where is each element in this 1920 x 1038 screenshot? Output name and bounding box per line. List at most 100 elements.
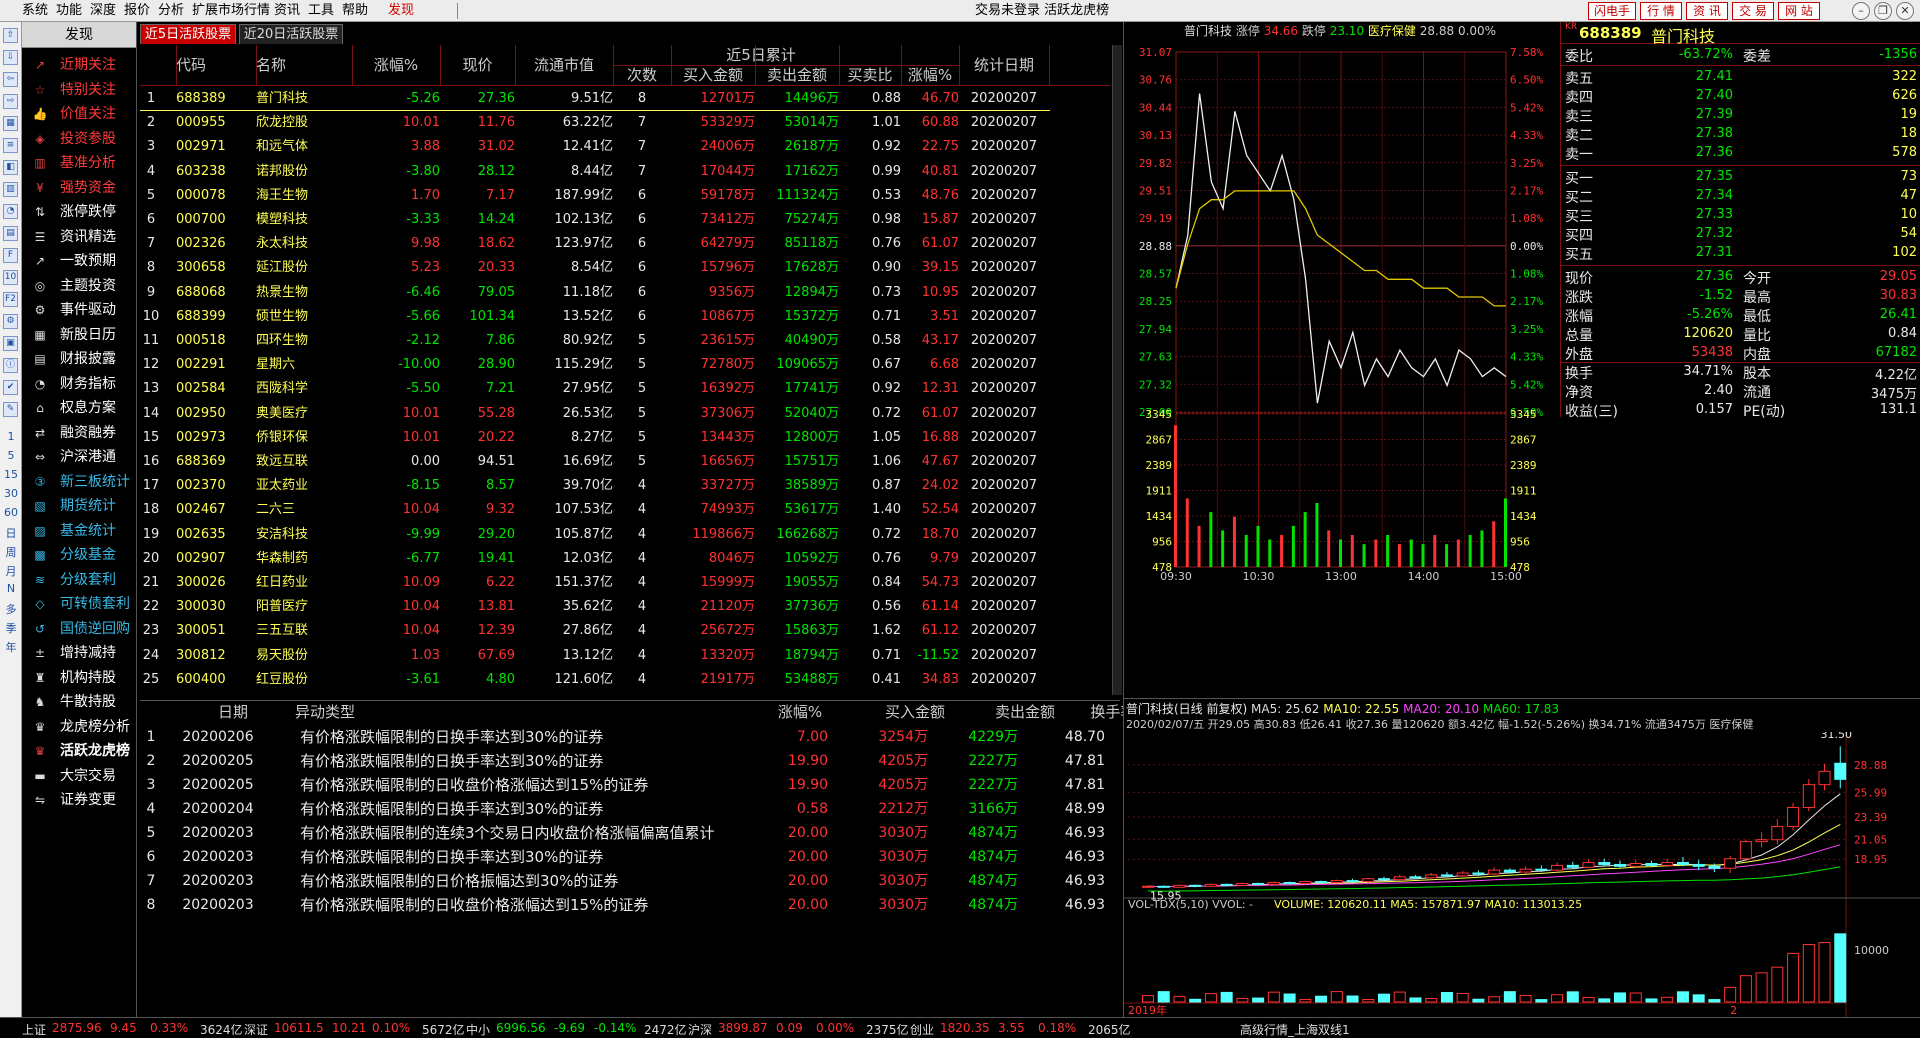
ob-level[interactable]: 买三 27.33 10 — [1561, 206, 1920, 225]
check-icon[interactable]: ✔ — [3, 380, 18, 395]
event-row[interactable]: 5 20200203 有价格涨跌幅限制的连续3个交易日内收盘价格涨幅偏离值累计 20.… — [140, 821, 1120, 845]
server-status[interactable]: 高级行情_上海双线1 — [1240, 1021, 1350, 1038]
table-row[interactable]: 7 002326 永太科技 9.98 18.62 123.97亿 6 64279万 85118万… — [140, 232, 1110, 256]
period-11[interactable]: 年 — [2, 639, 20, 655]
col-header-2[interactable]: 涨幅% — [352, 55, 440, 75]
table-row[interactable]: 15 002973 侨银环保 10.01 20.22 8.27亿 5 13443万 12800万… — [140, 426, 1110, 450]
event-header-1[interactable]: 异动类型 — [295, 702, 495, 722]
index-name[interactable]: 上证 — [22, 1021, 46, 1038]
period-0[interactable]: 1 — [2, 430, 20, 443]
table-row[interactable]: 16 688369 致远互联 0.00 94.51 16.69亿 5 16656万 15751万… — [140, 450, 1110, 474]
table-row[interactable]: 5 000078 海王生物 1.70 7.17 187.99亿 6 59178万 111324万… — [140, 184, 1110, 208]
table-row[interactable]: 2 000955 欣龙控股 10.01 11.76 63.22亿 7 53329万 53014万… — [140, 111, 1110, 135]
info-icon[interactable]: ⓘ — [3, 358, 18, 373]
table-row[interactable]: 10 688399 硕世生物 -5.66 101.34 13.52亿 6 10867万 1537… — [140, 305, 1110, 329]
col-header-9[interactable]: 涨幅% — [901, 65, 959, 85]
event-header-0[interactable]: 日期 — [188, 702, 278, 722]
minimize-icon[interactable]: – — [1852, 2, 1870, 20]
table-row[interactable]: 19 002635 安洁科技 -9.99 29.20 105.87亿 4 119866万 166… — [140, 523, 1110, 547]
event-row[interactable]: 3 20200205 有价格涨跌幅限制的日收盘价格涨幅达到15%的证券 19.90 42… — [140, 773, 1120, 797]
news-button[interactable]: 资 讯 — [1686, 2, 1728, 20]
index-name[interactable]: 沪深 — [688, 1021, 712, 1038]
menu-extended-market[interactable]: 扩展市场行情 — [188, 0, 274, 22]
ob-level[interactable]: 卖三 27.39 19 — [1561, 106, 1920, 125]
intraday-chart[interactable]: 31.07 30.76 30.44 30.13 29.82 29.51 29.19 28.88… — [1124, 32, 1559, 712]
menu-analysis[interactable]: 分析 — [154, 0, 188, 22]
col-header-6[interactable]: 买入金额 — [671, 65, 755, 85]
table-row[interactable]: 25 600400 红豆股份 -3.61 4.80 121.60亿 4 21917万 53488… — [140, 668, 1110, 692]
table-row[interactable]: 13 002584 西陇科学 -5.50 7.21 27.95亿 5 16392万 17741万… — [140, 377, 1110, 401]
left-icon[interactable]: ⇦ — [3, 72, 18, 87]
menu-quote[interactable]: 报价 — [120, 0, 154, 22]
period-4[interactable]: 60 — [2, 506, 20, 519]
index-name[interactable]: 中小 — [466, 1021, 490, 1038]
event-row[interactable]: 2 20200205 有价格涨跌幅限制的日换手率达到30%的证券 19.90 4205万… — [140, 749, 1120, 773]
col-header-3[interactable]: 现价 — [440, 55, 515, 75]
col-header-1[interactable]: 名称 — [256, 55, 346, 75]
list-icon[interactable]: ≡ — [3, 138, 18, 153]
ob-level[interactable]: 买二 27.34 47 — [1561, 187, 1920, 206]
menu-depth[interactable]: 深度 — [86, 0, 120, 22]
period-1[interactable]: 5 — [2, 449, 20, 462]
ob-level[interactable]: 卖五 27.41 322 — [1561, 68, 1920, 87]
table-row[interactable]: 21 300026 红日药业 10.09 6.22 151.37亿 4 15999万 19055… — [140, 571, 1110, 595]
menu-news[interactable]: 资讯 — [270, 0, 304, 22]
right-icon[interactable]: ⇨ — [3, 94, 18, 109]
flash-trade-button[interactable]: 闪电手 — [1588, 2, 1636, 20]
quote-button[interactable]: 行 情 — [1640, 2, 1682, 20]
period-8[interactable]: N — [2, 582, 20, 595]
table-row[interactable]: 17 002370 亚太药业 -8.15 8.57 39.70亿 4 33727万 38589万… — [140, 474, 1110, 498]
trade-button[interactable]: 交 易 — [1732, 2, 1774, 20]
bars-icon[interactable]: ▤ — [3, 226, 18, 241]
website-button[interactable]: 网 站 — [1778, 2, 1820, 20]
event-row[interactable]: 6 20200203 有价格涨跌幅限制的日换手率达到30%的证券 20.00 3030万… — [140, 845, 1120, 869]
period-6[interactable]: 周 — [2, 544, 20, 560]
close-icon[interactable]: ✕ — [1896, 2, 1914, 20]
ob-level[interactable]: 买四 27.32 54 — [1561, 225, 1920, 244]
table-row[interactable]: 14 002950 奥美医疗 10.01 55.28 26.53亿 5 37306万 52040… — [140, 402, 1110, 426]
table-row[interactable]: 8 300658 延江股份 5.23 20.33 8.54亿 6 15796万 17628万 0.… — [140, 256, 1110, 280]
ob-level[interactable]: 卖四 27.40 626 — [1561, 87, 1920, 106]
grid-icon[interactable]: ▦ — [3, 116, 18, 131]
pencil-icon[interactable]: ✎ — [3, 402, 18, 417]
period-10[interactable]: 季 — [2, 620, 20, 636]
event-header-2[interactable]: 涨幅% — [760, 702, 840, 722]
fn-icon[interactable]: F — [3, 248, 18, 263]
table-scrollbar[interactable] — [1112, 45, 1122, 695]
event-row[interactable]: 8 20200203 有价格涨跌幅限制的日收盘价格涨幅达到15%的证券 20.00 30… — [140, 893, 1120, 917]
menu-function[interactable]: 功能 — [52, 0, 86, 22]
index-name[interactable]: 创业 — [910, 1021, 934, 1038]
k-line-icon[interactable]: ▥ — [3, 182, 18, 197]
ob-level[interactable]: 卖二 27.38 18 — [1561, 125, 1920, 144]
col-header-0[interactable]: 代码 — [176, 55, 256, 75]
event-header-3[interactable]: 买入金额 — [860, 702, 970, 722]
min-icon[interactable]: ◔ — [3, 204, 18, 219]
arrow-up-icon[interactable]: ⇧ — [3, 28, 18, 43]
table-row[interactable]: 9 688068 热景生物 -6.46 79.05 11.18亿 6 9356万 12894万 0… — [140, 281, 1110, 305]
table-row[interactable]: 6 000700 模塑科技 -3.33 14.24 102.13亿 6 73412万 75274… — [140, 208, 1110, 232]
menu-help[interactable]: 帮助 — [338, 0, 372, 22]
daily-kline-chart[interactable]: 28.8825.9923.3921.0518.9531.5015.95VOL-T… — [1124, 732, 1920, 1017]
tab-5day-active[interactable]: 近5日活跃股票 — [140, 24, 236, 44]
f2-icon[interactable]: F2 — [3, 292, 18, 307]
f10-icon[interactable]: 10 — [3, 270, 18, 285]
gear-icon[interactable]: ⚙ — [3, 314, 18, 329]
table-row[interactable]: 23 300051 三五互联 10.04 12.39 27.86亿 4 25672万 15863… — [140, 619, 1110, 643]
table-row[interactable]: 11 000518 四环生物 -2.12 7.86 80.92亿 5 23615万 40490万… — [140, 329, 1110, 353]
event-row[interactable]: 4 20200204 有价格涨跌幅限制的日换手率达到30%的证券 0.58 2212万 3… — [140, 797, 1120, 821]
table-row[interactable]: 4 603238 诺邦股份 -3.80 28.12 8.44亿 7 17044万 17162万 0… — [140, 160, 1110, 184]
period-3[interactable]: 30 — [2, 487, 20, 500]
ob-level[interactable]: 卖一 27.36 578 — [1561, 144, 1920, 163]
ob-level[interactable]: 买一 27.35 73 — [1561, 168, 1920, 187]
restore-icon[interactable]: ❐ — [1874, 2, 1892, 20]
menu-tools[interactable]: 工具 — [304, 0, 338, 22]
table-row[interactable]: 20 002907 华森制药 -6.77 19.41 12.03亿 4 8046万 10592万… — [140, 547, 1110, 571]
cube-icon[interactable]: ▣ — [3, 336, 18, 351]
col-header-4[interactable]: 流通市值 — [515, 55, 613, 75]
col-header-8[interactable]: 买卖比 — [839, 65, 901, 85]
table-row[interactable]: 1 688389 普门科技 -5.26 27.36 9.51亿 8 12701万 14496万 0… — [140, 87, 1110, 111]
arrow-down-icon[interactable]: ⇩ — [3, 50, 18, 65]
col-header-7[interactable]: 卖出金额 — [755, 65, 839, 85]
event-row[interactable]: 1 20200206 有价格涨跌幅限制的日换手率达到30%的证券 7.00 3254万 4… — [140, 725, 1120, 749]
chart-icon[interactable]: ◧ — [3, 160, 18, 175]
